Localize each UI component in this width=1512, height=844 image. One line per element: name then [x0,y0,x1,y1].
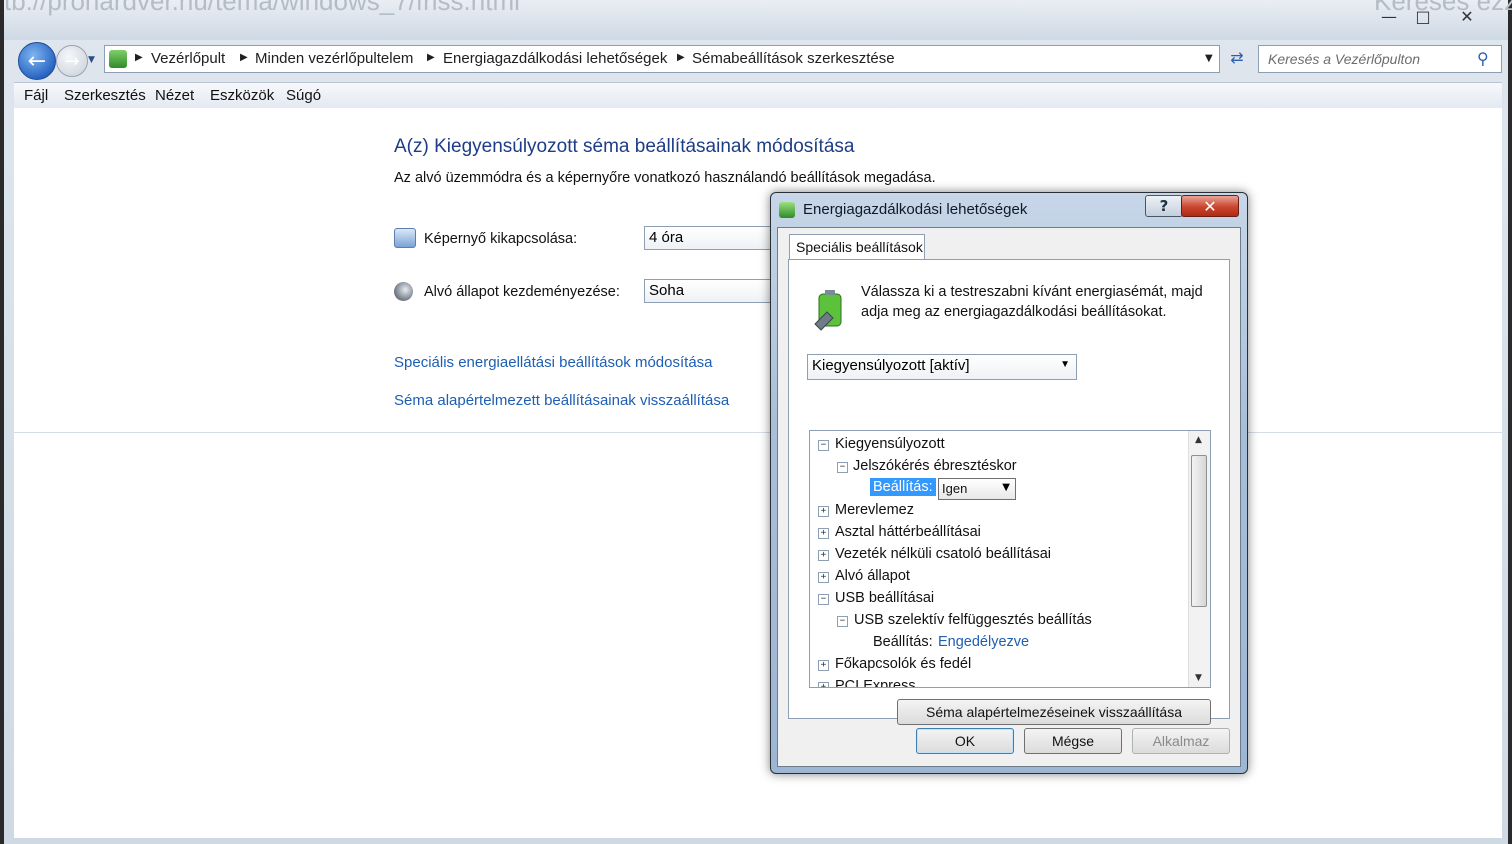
tree-scrollbar[interactable]: ▲ ▼ [1188,431,1210,687]
monitor-icon [394,228,416,248]
page-title: A(z) Kiegyensúlyozott séma beállításaina… [394,136,855,157]
menu-help[interactable]: Súgó [286,87,321,104]
dialog-body: Speciális beállítások Válassza ki a test… [777,227,1241,767]
menu-tools[interactable]: Eszközök [210,87,274,104]
moon-icon [394,282,413,301]
menu-edit[interactable]: Szerkesztés [64,87,146,104]
collapse-icon[interactable]: − [818,440,829,451]
control-panel-icon [109,50,127,68]
breadcrumb-arrow-icon[interactable]: ▶ [427,52,435,63]
maximize-button[interactable]: □ [1408,4,1438,28]
tree-item[interactable]: Merevlemez [835,502,914,518]
tab-panel: Válassza ki a testreszabni kívánt energi… [788,259,1230,725]
advanced-settings-link[interactable]: Speciális energiaellátási beállítások mó… [394,354,713,371]
apply-button[interactable]: Alkalmaz [1132,728,1230,754]
tree-item-usb-selective[interactable]: USB szelektív felfüggesztés beállítás [854,612,1092,628]
back-arrow-icon: ← [27,48,47,74]
refresh-icon[interactable]: ⇄ [1224,48,1250,70]
expand-icon[interactable]: + [818,682,829,687]
back-button[interactable]: ← [18,42,56,80]
instruction-line1: Válassza ki a testreszabni kívánt energi… [861,284,1203,300]
search-box[interactable]: Keresés a Vezérlőpulton ⚲ [1258,45,1502,73]
battery-plug-icon [811,290,851,332]
breadcrumb-item[interactable]: Vezérlőpult [151,50,225,67]
chevron-down-icon: ▼ [1002,482,1010,493]
page-subtitle: Az alvó üzemmódra és a képernyőre vonatk… [394,170,936,186]
expand-icon[interactable]: + [818,506,829,517]
dialog-title: Energiagazdálkodási lehetőségek [803,201,1028,218]
chevron-down-icon: ▼ [1060,359,1070,370]
close-button[interactable]: ✕ [1452,4,1482,28]
minimize-button[interactable]: — [1374,4,1404,28]
collapse-icon[interactable]: − [837,616,848,627]
plan-select-value: Kiegyensúlyozott [aktív] [812,357,970,374]
instruction-line2: adja meg az energiagazdálkodási beállítá… [861,304,1167,320]
forward-arrow-icon: → [64,50,80,72]
scroll-down-icon[interactable]: ▼ [1195,673,1202,683]
content-divider [14,432,1502,433]
breadcrumb-item[interactable]: Minden vezérlőpultelem [255,50,413,67]
menu-bar: Fájl Szerkesztés Nézet Eszközök Súgó [14,82,1502,109]
power-options-dialog: Energiagazdálkodási lehetőségek ? ✕ Spec… [770,192,1248,774]
main-content: A(z) Kiegyensúlyozott séma beállításaina… [14,108,1502,838]
breadcrumb-arrow-icon[interactable]: ▶ [135,52,143,63]
breadcrumb-item[interactable]: Sémabeállítások szerkesztése [692,50,895,67]
forward-button[interactable]: → [56,45,88,77]
display-off-label: Képernyő kikapcsolása: [424,231,578,247]
breadcrumb-arrow-icon[interactable]: ▶ [677,52,685,63]
scroll-thumb[interactable] [1191,455,1207,607]
setting-value-select[interactable]: Igen ▼ [938,478,1016,500]
tree-item[interactable]: PCI Express [835,678,916,687]
sleep-label: Alvó állapot kezdeményezése: [424,284,620,300]
tab-advanced-settings[interactable]: Speciális beállítások [789,234,925,260]
tree-item[interactable]: Főkapcsolók és fedél [835,656,971,672]
control-panel-window: tb://prohardver.hu/tema/windows_7/friss.… [4,0,1512,844]
tree-item-plan[interactable]: Kiegyensúlyozott [835,436,945,452]
expand-icon[interactable]: + [818,550,829,561]
setting-value: Igen [942,481,968,496]
breadcrumb-item[interactable]: Energiagazdálkodási lehetőségek [443,50,667,67]
usb-setting-label[interactable]: Beállítás: [873,634,933,650]
power-options-icon [779,202,795,218]
restore-plan-defaults-button[interactable]: Séma alapértelmezéseinek visszaállítása [897,699,1211,725]
history-dropdown-icon[interactable]: ▼ [88,55,95,65]
settings-tree[interactable]: − Kiegyensúlyozott − Jelszókérés ébreszt… [809,430,1211,688]
expand-icon[interactable]: + [818,528,829,539]
menu-file[interactable]: Fájl [24,87,48,104]
setting-label-selected[interactable]: Beállítás: [870,478,936,496]
restore-defaults-link[interactable]: Séma alapértelmezett beállításainak viss… [394,392,729,409]
search-input[interactable]: Keresés a Vezérlőpulton [1268,51,1420,67]
cancel-button[interactable]: Mégse [1024,728,1122,754]
expand-icon[interactable]: + [818,572,829,583]
collapse-icon[interactable]: − [818,594,829,605]
dialog-close-button[interactable]: ✕ [1181,195,1239,217]
tree-item[interactable]: Alvó állapot [835,568,910,584]
search-icon[interactable]: ⚲ [1477,49,1489,68]
address-dropdown-icon[interactable]: ▼ [1205,53,1213,64]
tree-item-password-wakeup[interactable]: Jelszókérés ébresztéskor [853,458,1017,474]
address-bar[interactable]: ▶ Vezérlőpult ▶ Minden vezérlőpultelem ▶… [104,45,1220,73]
display-off-select[interactable]: 4 óra [644,226,784,250]
usb-setting-value[interactable]: Engedélyezve [938,634,1029,650]
tree-item-usb[interactable]: USB beállításai [835,590,934,606]
ok-button[interactable]: OK [916,728,1014,754]
window-title-bar: tb://prohardver.hu/tema/windows_7/friss.… [4,0,1512,40]
plan-select[interactable]: Kiegyensúlyozott [aktív] ▼ [807,354,1077,380]
background-url-text: tb://prohardver.hu/tema/windows_7/friss.… [4,0,520,16]
expand-icon[interactable]: + [818,660,829,671]
menu-view[interactable]: Nézet [155,87,194,104]
tree-item[interactable]: Vezeték nélküli csatoló beállításai [835,546,1051,562]
tree-item[interactable]: Asztal háttérbeállításai [835,524,981,540]
collapse-icon[interactable]: − [837,462,848,473]
scroll-up-icon[interactable]: ▲ [1195,435,1202,445]
help-button[interactable]: ? [1145,195,1183,217]
sleep-select[interactable]: Soha [644,279,784,303]
breadcrumb-arrow-icon[interactable]: ▶ [240,52,248,63]
